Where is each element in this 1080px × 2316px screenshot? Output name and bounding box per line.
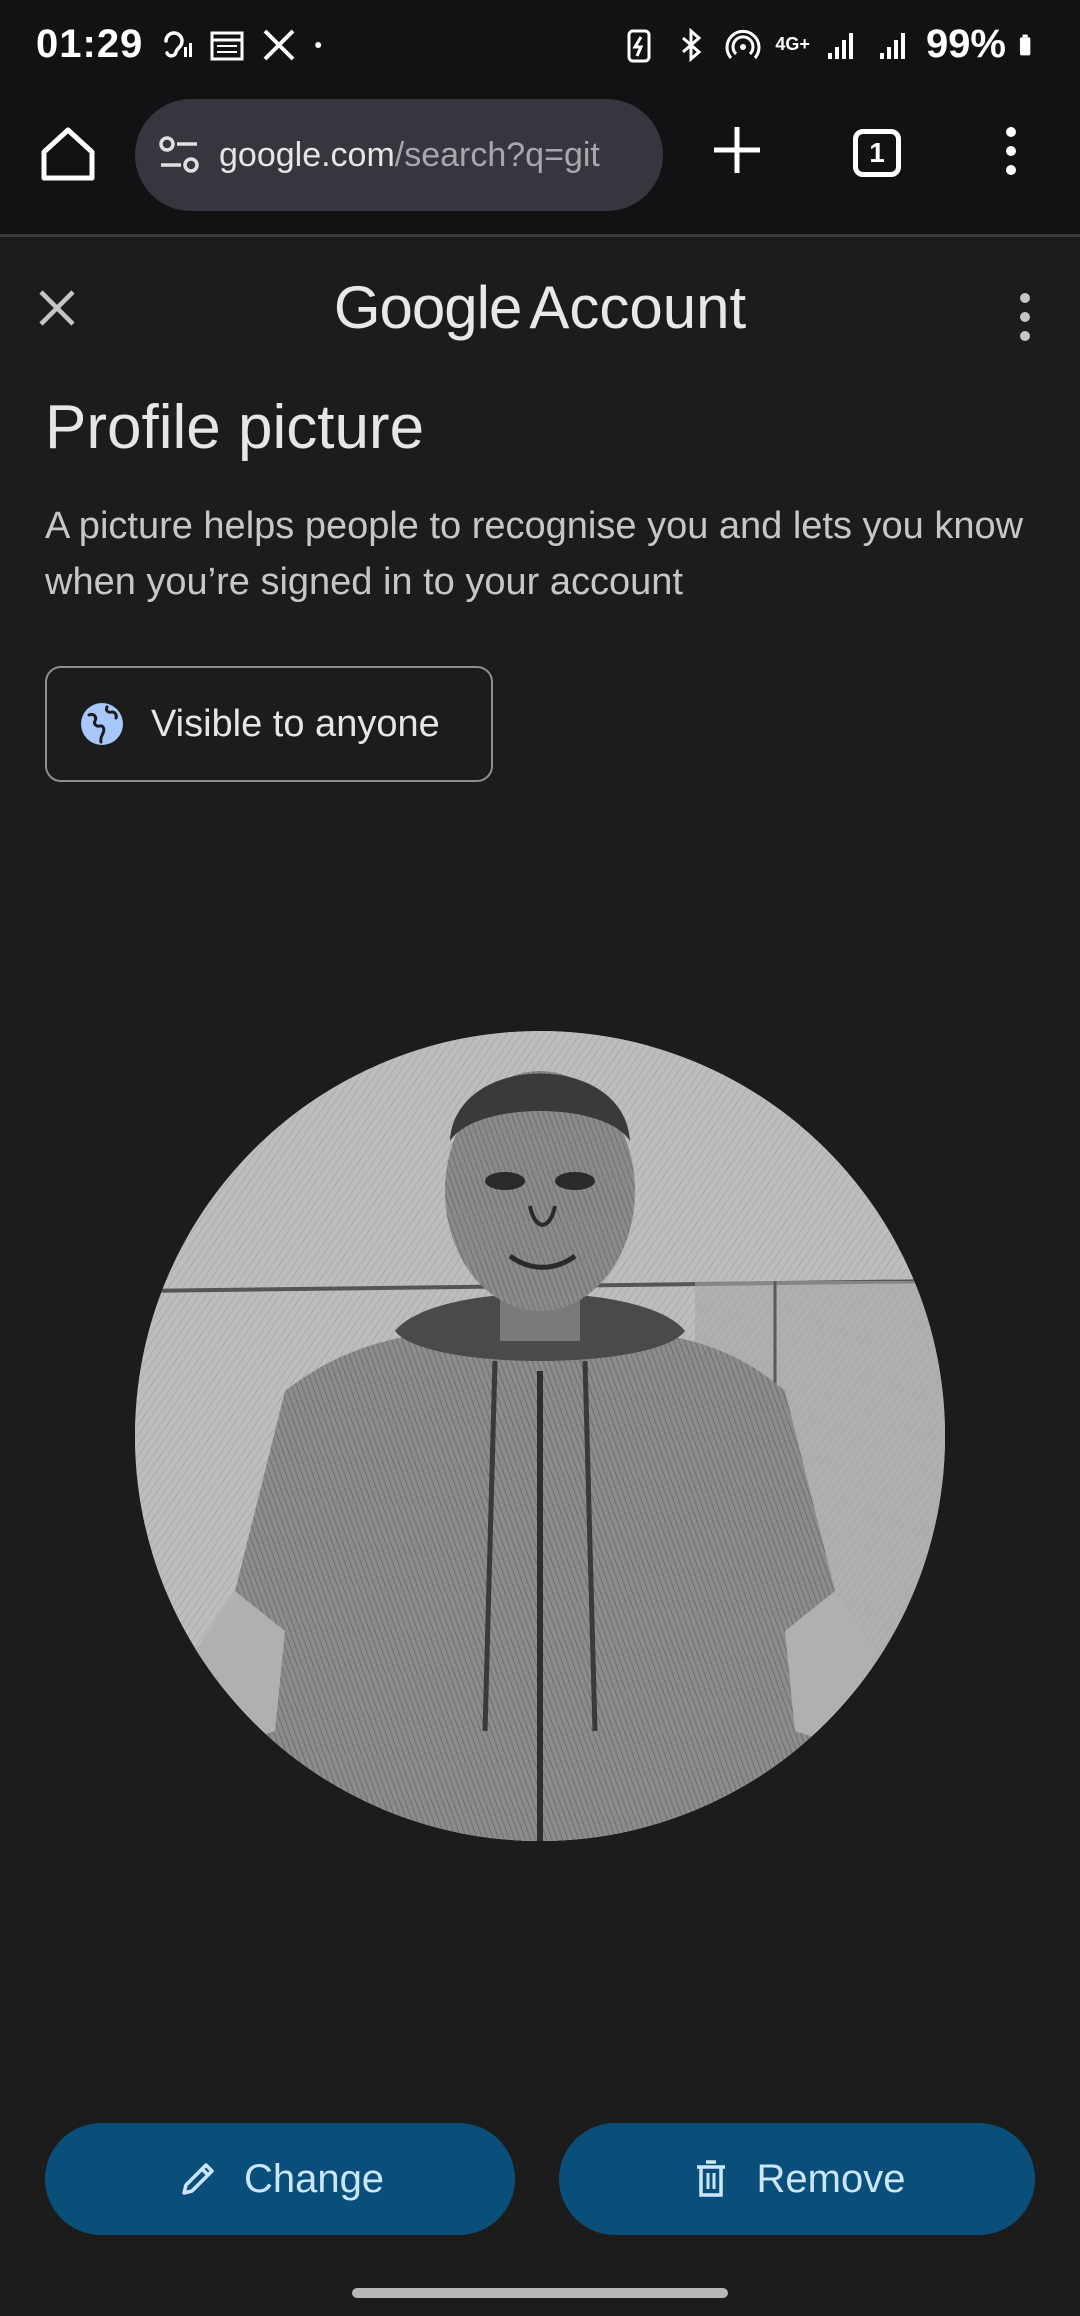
status-time: 01:29 — [36, 22, 144, 66]
change-label: Change — [243, 2156, 385, 2201]
profile-picture — [135, 1031, 945, 1841]
battery-percent: 99% — [925, 22, 1006, 66]
status-bar-left: 01:29 — [36, 22, 335, 67]
home-icon[interactable] — [36, 122, 100, 186]
new-tab-icon[interactable] — [706, 119, 768, 181]
hotspot-icon — [725, 29, 761, 59]
trash-icon — [696, 2160, 725, 2197]
url-path: /search?q=git — [394, 135, 600, 174]
battery-saver-icon — [627, 29, 651, 62]
remove-button[interactable]: Remove — [559, 2123, 1035, 2235]
brand-google: Google — [333, 274, 522, 341]
tab-count: 1 — [869, 137, 885, 168]
status-bar: 01:29 4G+ 99% — [0, 0, 1080, 92]
dot-icon — [315, 41, 322, 48]
page-description: A picture helps people to recognise you … — [45, 505, 1024, 603]
browser-toolbar: google.com/search?q=git 1 — [0, 92, 1080, 237]
signal-icon — [827, 32, 853, 59]
profile-sketch — [135, 1031, 945, 1841]
calendar-icon — [210, 31, 244, 60]
account-header: Google Account — [0, 237, 1080, 377]
address-bar[interactable]: google.com/search?q=git — [135, 99, 663, 211]
network-type: 4G+ — [775, 34, 810, 54]
x-logo-icon — [263, 29, 295, 60]
visibility-button[interactable]: Visible to anyone — [45, 666, 493, 782]
url-domain: google.com — [219, 135, 395, 174]
bluetooth-icon — [682, 27, 702, 62]
brand-account: Account — [529, 274, 747, 341]
change-button[interactable]: Change — [45, 2123, 515, 2235]
browser-menu-icon[interactable] — [995, 120, 1027, 182]
more-options-icon[interactable] — [1010, 287, 1040, 347]
site-settings-icon[interactable] — [155, 131, 203, 179]
visibility-label: Visible to anyone — [151, 702, 440, 745]
gesture-navigation-bar[interactable] — [352, 2288, 728, 2298]
signal-icon — [879, 32, 905, 59]
page-title: Profile picture — [45, 393, 425, 462]
battery-icon — [1019, 34, 1031, 55]
globe-icon — [81, 703, 123, 745]
remove-label: Remove — [756, 2156, 906, 2201]
hearing-icon — [164, 30, 193, 58]
tab-switcher-button[interactable]: 1 — [853, 129, 901, 177]
google-account-logo: Google Account — [0, 273, 1080, 342]
pencil-icon — [182, 2163, 214, 2195]
status-bar-right: 4G+ 99% — [619, 22, 1044, 67]
url-text[interactable]: google.com/search?q=git — [219, 136, 649, 175]
